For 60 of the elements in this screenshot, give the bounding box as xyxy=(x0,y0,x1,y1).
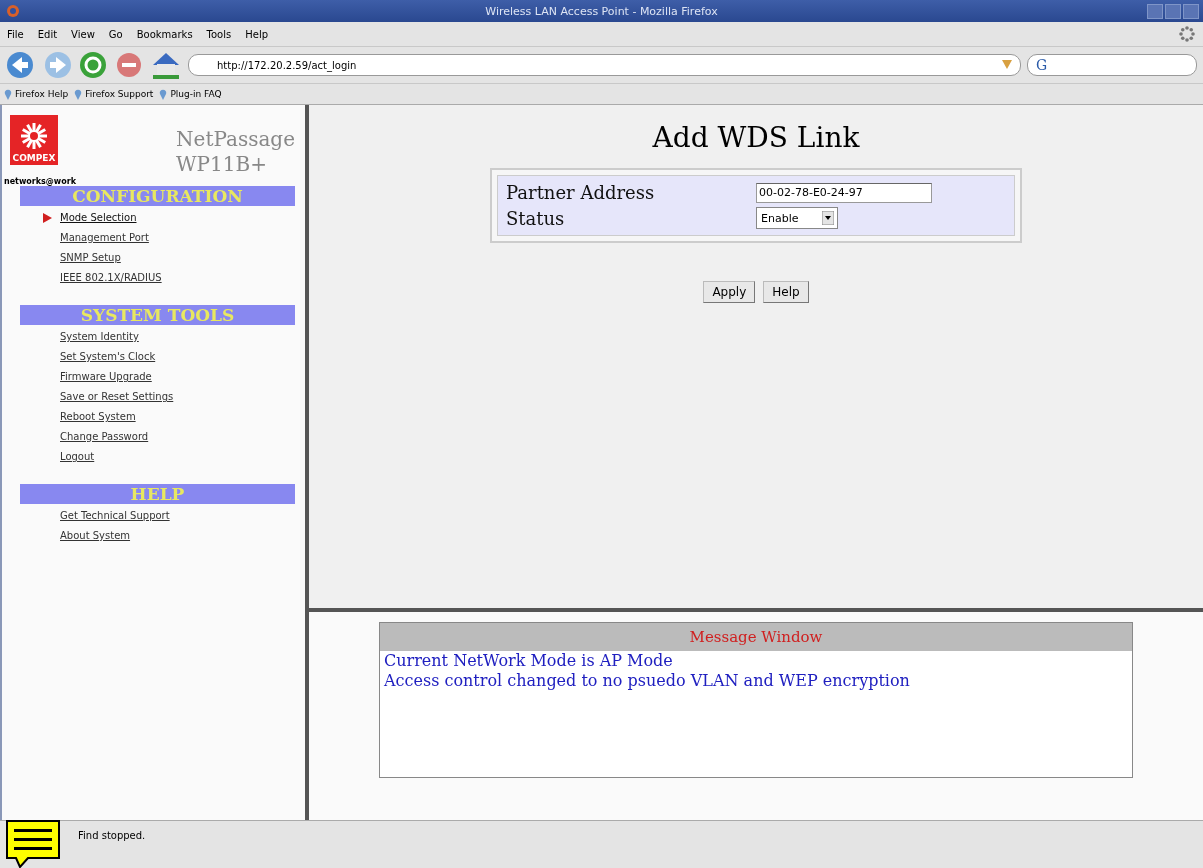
browser-icon xyxy=(6,4,20,18)
form-button[interactable]: Help xyxy=(763,281,809,303)
menu-item[interactable]: Help xyxy=(245,27,269,41)
maximize-button[interactable] xyxy=(1165,4,1181,19)
message-title: Message Window xyxy=(380,623,1132,651)
nav-link[interactable]: Mode Selection xyxy=(60,212,137,223)
nav-link[interactable]: System Identity xyxy=(60,331,139,342)
reload-icon[interactable] xyxy=(78,50,108,80)
menu-item[interactable]: Bookmarks xyxy=(136,27,193,41)
brand-logo: COMPEX xyxy=(10,115,58,165)
minimize-button[interactable] xyxy=(1147,4,1163,19)
menu-item[interactable]: Go xyxy=(108,27,123,41)
bookmark-link[interactable]: Firefox Support xyxy=(85,89,154,99)
stop-icon[interactable] xyxy=(114,50,144,80)
nav-link[interactable]: Logout xyxy=(60,451,95,462)
section-header: SYSTEM TOOLS xyxy=(20,305,295,325)
search-field[interactable]: G xyxy=(1027,54,1197,76)
menu-item[interactable]: Tools xyxy=(206,27,232,41)
home-icon[interactable] xyxy=(150,50,182,80)
menu-item[interactable]: Edit xyxy=(37,27,58,41)
forward-icon[interactable] xyxy=(44,50,72,80)
bookmark-icon xyxy=(159,88,168,100)
field-label: Status xyxy=(506,207,566,229)
message-line: Current NetWork Mode is AP Mode xyxy=(383,651,673,671)
nav-link[interactable]: Management Port xyxy=(60,232,149,243)
window-title: Wireless LAN Access Point - Mozilla Firefox xyxy=(485,4,718,18)
section-header: CONFIGURATION xyxy=(20,186,295,206)
nav-link[interactable]: Save or Reset Settings xyxy=(60,391,174,402)
address-input[interactable]: 00-02-78-E0-24-97 xyxy=(756,182,932,203)
nav-link[interactable]: Change Password xyxy=(60,431,149,442)
throbber-icon xyxy=(1179,26,1195,42)
message-line: Access control changed to no psuedo VLAN and WEP encryption xyxy=(383,671,910,691)
pointer-icon xyxy=(43,213,52,223)
bookmark-icon xyxy=(4,88,12,100)
menu-item[interactable]: View xyxy=(71,27,95,41)
address-field[interactable]: http://172.20.2.59/act_login xyxy=(188,54,1021,76)
section-header: HELP xyxy=(20,484,295,504)
menu-item[interactable]: File xyxy=(7,27,24,41)
field-label: Partner Address xyxy=(506,182,656,203)
nav-link[interactable]: Reboot System xyxy=(60,411,136,422)
status-text: Find stopped. xyxy=(78,829,146,841)
status-dropdown[interactable]: Enable xyxy=(756,207,838,229)
note-icon xyxy=(6,820,60,868)
feed-icon xyxy=(1000,57,1014,71)
nav-link[interactable]: Set System's Clock xyxy=(60,351,156,362)
nav-link[interactable]: Firmware Upgrade xyxy=(60,371,152,382)
nav-link[interactable]: IEEE 802.1X/RADIUS xyxy=(60,272,162,283)
close-button[interactable] xyxy=(1183,4,1199,19)
form-button[interactable]: Apply xyxy=(703,281,756,303)
nav-link[interactable]: About System xyxy=(60,530,131,541)
bookmark-link[interactable]: Plug-in FAQ xyxy=(170,89,222,99)
nav-link[interactable]: Get Technical Support xyxy=(60,510,170,521)
nav-link[interactable]: SNMP Setup xyxy=(60,252,121,263)
tagline: networks@work xyxy=(3,177,76,186)
model-name: WP11B+ xyxy=(176,152,268,177)
product-name: NetPassage xyxy=(176,127,295,152)
caret-icon xyxy=(822,211,834,225)
bookmark-link[interactable]: Firefox Help xyxy=(15,89,69,99)
bookmark-icon xyxy=(74,88,83,100)
page-title: Add WDS Link xyxy=(652,121,860,154)
